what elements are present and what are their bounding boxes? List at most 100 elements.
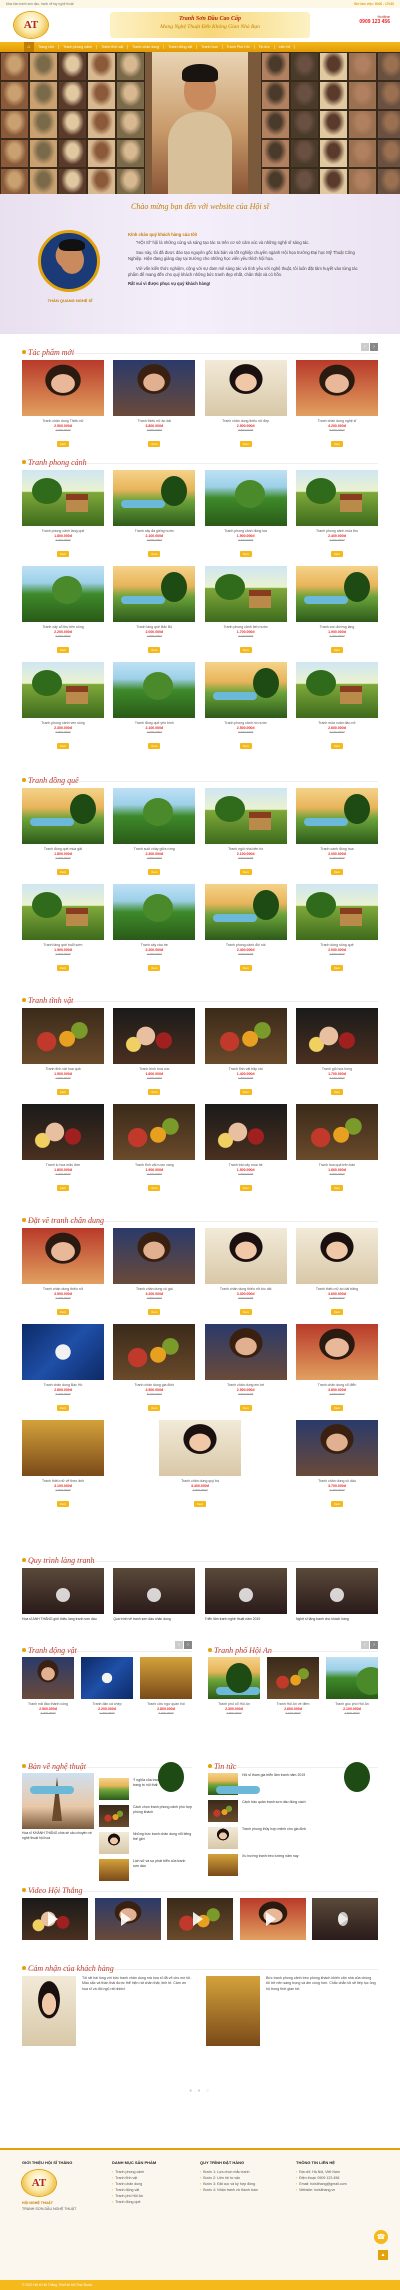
product-card[interactable]: Triển lãm tranh nghệ thuật năm 2019 xyxy=(204,1568,287,1622)
nav-item[interactable]: Tranh hoa xyxy=(197,45,223,49)
view-detail-button[interactable]: Xem xyxy=(330,869,344,875)
product-card[interactable]: Tranh cây cầu tre 2.200.000đ 2.700.000đ Xem xyxy=(113,884,196,974)
product-card[interactable]: Tranh cửu ngư quần hội 2.800.000đ 3.300.00… xyxy=(140,1657,192,1715)
view-detail-button[interactable]: Xem xyxy=(148,1405,161,1411)
product-card[interactable]: Tranh Hội An về đêm 2.600.000đ 3.100.000đ xyxy=(267,1657,319,1715)
view-detail-button[interactable]: Xem xyxy=(56,647,70,653)
view-detail-button[interactable]: Xem xyxy=(330,647,344,653)
news-item[interactable]: Những bức tranh chân dung nổi tiếng thế … xyxy=(99,1832,192,1854)
product-image[interactable] xyxy=(113,360,196,416)
product-card[interactable]: Tranh chân dung thiếu nữ đẹp 2.900.000đ 3.… xyxy=(204,360,287,450)
news-item[interactable]: Xu hướng tranh treo tường năm nay xyxy=(208,1854,378,1876)
product-image[interactable] xyxy=(22,788,104,844)
product-image[interactable] xyxy=(204,1104,287,1160)
view-detail-button[interactable]: Xem xyxy=(330,441,344,447)
view-detail-button[interactable]: Xem xyxy=(56,1501,70,1507)
view-detail-button[interactable]: Xem xyxy=(330,743,344,749)
view-detail-button[interactable]: Xem xyxy=(56,743,70,749)
product-image[interactable] xyxy=(295,1104,378,1160)
product-card[interactable]: Tranh đồng quê yên bình 2.100.000đ 2.600.0… xyxy=(113,662,196,752)
product-card[interactable]: Tranh phố cổ Hội An 2.300.000đ 2.800.000đ xyxy=(208,1657,260,1715)
footer-link[interactable]: Tranh đồng quê xyxy=(112,2199,192,2205)
prev-arrow-icon[interactable]: ‹ xyxy=(361,343,369,351)
product-image[interactable] xyxy=(113,566,196,622)
view-detail-button[interactable]: Xem xyxy=(56,441,70,447)
about-art-image[interactable] xyxy=(22,1773,94,1829)
view-detail-button[interactable]: Xem xyxy=(148,1185,161,1191)
product-card[interactable]: Tranh lọ hoa mẫu đơn 1.800.000đ 2.200.000đ… xyxy=(22,1104,104,1194)
product-image[interactable] xyxy=(326,1657,378,1699)
product-card[interactable]: Tranh suối chảy giữa rừng 2.300.000đ 2.800… xyxy=(113,788,196,878)
view-detail-button[interactable]: Xem xyxy=(330,551,344,557)
product-card[interactable]: Tranh ngôi nhà bên hồ 2.100.000đ 2.500.000… xyxy=(204,788,287,878)
product-card[interactable]: Tranh phong cảnh mùa thu 2.400.000đ 2.900.… xyxy=(295,470,378,560)
view-detail-button[interactable]: Xem xyxy=(193,1501,207,1507)
footer-logo[interactable]: AT xyxy=(22,2170,56,2196)
product-card[interactable]: Nghệ sĩ tặng tranh cho khách hàng xyxy=(295,1568,378,1622)
video-thumbnail[interactable] xyxy=(312,1898,378,1940)
news-item[interactable]: Tranh phong thủy hợp mệnh cho gia đình xyxy=(208,1827,378,1849)
news-title[interactable]: Cách bảo quản tranh sơn dầu đúng cách xyxy=(242,1800,306,1805)
product-card[interactable]: Tranh tĩnh vật hoa quả 1.500.000đ 1.900.00… xyxy=(22,1008,104,1098)
product-card[interactable]: Tranh chân dung thiếu nữ tóc dài 3.300.00… xyxy=(204,1228,287,1318)
footer-link[interactable]: Bước 4: Nhận tranh và thanh toán xyxy=(200,2187,290,2193)
news-item[interactable]: Lịch sử và sự phát triển của tranh sơn d… xyxy=(99,1859,192,1881)
video-thumbnail[interactable] xyxy=(167,1898,233,1940)
news-thumbnail[interactable] xyxy=(208,1773,238,1795)
view-detail-button[interactable]: Xem xyxy=(148,869,161,875)
view-detail-button[interactable]: Xem xyxy=(56,869,70,875)
view-detail-button[interactable]: Xem xyxy=(56,1089,70,1095)
product-image[interactable] xyxy=(295,566,378,622)
view-detail-button[interactable]: Xem xyxy=(148,965,161,971)
product-image[interactable] xyxy=(22,360,104,416)
carousel-dots[interactable]: ● ● ○ xyxy=(22,2088,378,2094)
product-card[interactable]: Tranh làng quê Bắc Bộ 2.000.000đ 2.500.000… xyxy=(113,566,196,656)
product-image[interactable] xyxy=(22,1008,104,1064)
footer-link[interactable]: Website: hoisithang.vn xyxy=(296,2187,386,2193)
product-image[interactable] xyxy=(208,1657,260,1699)
view-detail-button[interactable]: Xem xyxy=(330,965,344,971)
product-image[interactable] xyxy=(22,470,104,526)
nav-item[interactable]: Tin tức xyxy=(255,45,275,49)
back-to-top-icon[interactable]: ▲ xyxy=(378,2250,388,2260)
product-image[interactable] xyxy=(22,1420,104,1476)
news-thumbnail[interactable] xyxy=(99,1859,129,1881)
view-detail-button[interactable]: Xem xyxy=(330,1501,344,1507)
product-card[interactable]: Tranh mùa xuân đào nở 2.600.000đ 3.100.000… xyxy=(295,662,378,752)
view-detail-button[interactable]: Xem xyxy=(239,1309,252,1315)
nav-item[interactable]: Liên hệ xyxy=(275,45,296,49)
product-image[interactable] xyxy=(113,1104,196,1160)
news-item[interactable]: Cách bảo quản tranh sơn dầu đúng cách xyxy=(208,1800,378,1822)
view-detail-button[interactable]: Xem xyxy=(239,1405,252,1411)
product-card[interactable]: Tranh thiếu nữ áo dài 3.800.000đ 4.500.000… xyxy=(113,360,196,450)
nav-item[interactable]: Trang chủ xyxy=(34,45,60,49)
product-card[interactable]: Tranh thiếu nữ áo dài trắng 3.600.000đ 4.3… xyxy=(295,1228,378,1318)
view-detail-button[interactable]: Xem xyxy=(148,441,161,447)
product-card[interactable]: Tranh con đường làng 1.900.000đ 2.400.000đ… xyxy=(295,566,378,656)
product-card[interactable]: Tranh chân dung cổ điển 3.800.000đ 4.600.0… xyxy=(295,1324,378,1414)
product-image[interactable] xyxy=(204,1228,287,1284)
product-image[interactable] xyxy=(204,884,287,940)
view-detail-button[interactable]: Xem xyxy=(330,1309,344,1315)
video-thumbnail[interactable] xyxy=(22,1898,88,1940)
news-thumbnail[interactable] xyxy=(208,1854,238,1876)
view-detail-button[interactable]: Xem xyxy=(239,551,252,557)
product-name[interactable]: Họa sĩ ANH THẮNG giới thiệu làng tranh s… xyxy=(22,1617,104,1622)
product-card[interactable]: Tranh đàn cá chép 2.200.000đ 2.700.000đ xyxy=(81,1657,133,1715)
product-card[interactable]: Tranh cây đa giếng nước 2.100.000đ 2.600.0… xyxy=(113,470,196,560)
view-detail-button[interactable]: Xem xyxy=(148,647,161,653)
phone-call-icon[interactable]: ☎ xyxy=(374,2230,388,2244)
next-arrow-icon[interactable]: › xyxy=(184,1641,192,1649)
product-image[interactable] xyxy=(295,788,378,844)
nav-item[interactable]: Tranh động vật xyxy=(164,45,198,49)
product-image[interactable] xyxy=(295,1008,378,1064)
product-card[interactable]: Tranh giỏ hoa hồng 1.700.000đ 2.100.000đ Xe… xyxy=(295,1008,378,1098)
product-image[interactable] xyxy=(295,1324,378,1380)
view-detail-button[interactable]: Xem xyxy=(56,1405,70,1411)
product-card[interactable]: Tranh chân dung Thiếu nữ 2.500.000đ 3.200.… xyxy=(22,360,104,450)
product-card[interactable]: Tranh tĩnh vật bắp cải 1.400.000đ 1.800.00… xyxy=(204,1008,287,1098)
product-image[interactable] xyxy=(113,1568,196,1614)
view-detail-button[interactable]: Xem xyxy=(239,647,252,653)
product-image[interactable] xyxy=(140,1657,192,1699)
product-image[interactable] xyxy=(113,1008,196,1064)
